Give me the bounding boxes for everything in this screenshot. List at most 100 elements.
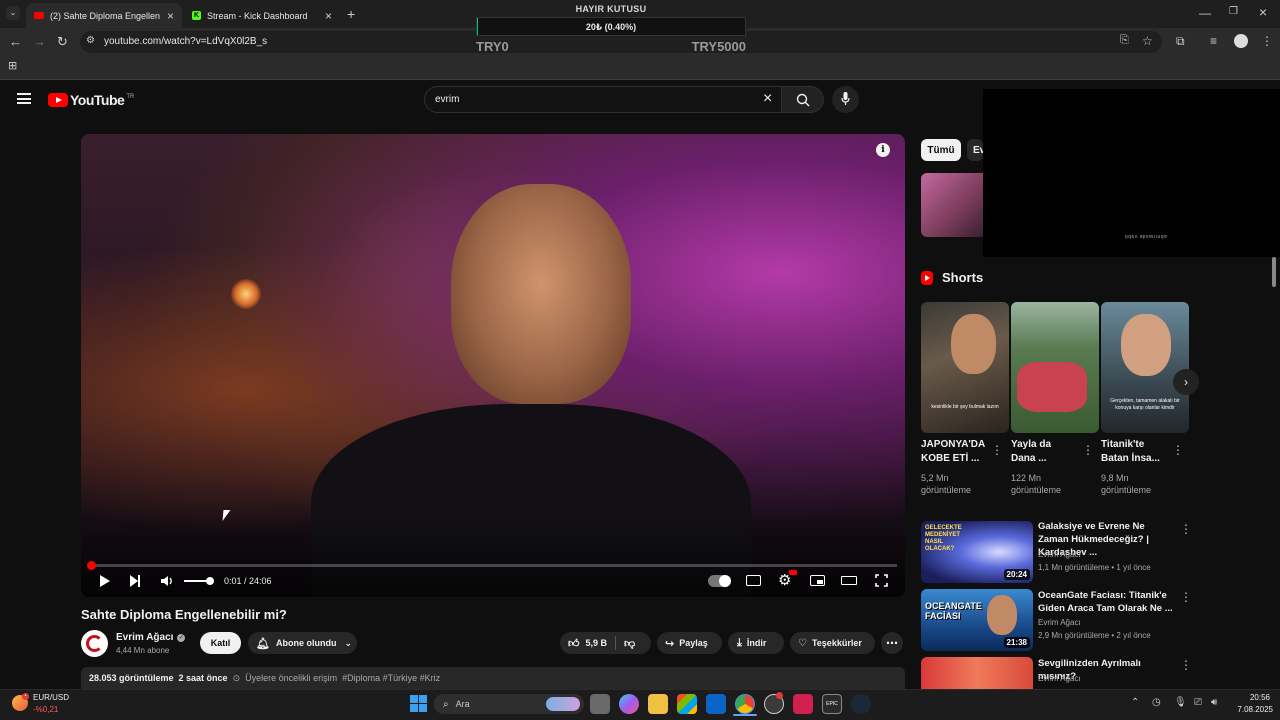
- close-tab-icon[interactable]: ×: [167, 9, 174, 23]
- recommended-thumb-2[interactable]: OCEANGATE FACİASI 21:38: [921, 589, 1033, 651]
- microsoft-store-icon[interactable]: [677, 694, 697, 714]
- theater-mode-icon[interactable]: [841, 576, 857, 585]
- epic-games-icon[interactable]: EPIC: [822, 694, 842, 714]
- minimize-icon[interactable]: —: [1199, 7, 1211, 19]
- chip-evrim[interactable]: Ev: [967, 139, 983, 161]
- close-window-icon[interactable]: ×: [1259, 5, 1267, 19]
- chip-evrim-label: Ev: [973, 144, 983, 156]
- copilot-icon[interactable]: [619, 694, 639, 714]
- volume-icon[interactable]: [160, 574, 174, 588]
- volume-slider[interactable]: [184, 577, 214, 585]
- lamp-light: [231, 279, 261, 309]
- clock-time[interactable]: 20:56: [1226, 693, 1270, 702]
- recommended-2-channel[interactable]: Evrim Ağacı: [1038, 617, 1081, 629]
- back-icon[interactable]: ←: [9, 35, 22, 48]
- join-button[interactable]: Katıl: [200, 632, 241, 654]
- windows-start-icon[interactable]: [410, 695, 427, 712]
- task-view-icon[interactable]: [590, 694, 610, 714]
- app-red-icon[interactable]: [793, 694, 813, 714]
- ticker-name[interactable]: EUR/USD: [33, 693, 69, 702]
- short-1-title[interactable]: JAPONYA'DA KOBE ETİ ...: [921, 438, 987, 466]
- chrome-icon[interactable]: [735, 694, 755, 714]
- reload-icon[interactable]: ↻: [57, 35, 68, 48]
- recommended-1-menu-icon[interactable]: ⋮: [1180, 523, 1192, 535]
- short-1-menu-icon[interactable]: ⋮: [991, 444, 1003, 456]
- hashtags[interactable]: #Diploma #Türkiye #Kriz: [342, 673, 440, 683]
- apps-grid-icon[interactable]: ⊞: [8, 61, 17, 72]
- short-thumb-2[interactable]: [1011, 302, 1099, 433]
- extensions-icon[interactable]: ⧉: [1176, 35, 1185, 47]
- autoplay-toggle[interactable]: [708, 575, 731, 587]
- new-tab-icon[interactable]: +: [347, 7, 355, 21]
- video-player[interactable]: i 0:01 / 24:06 ⚙: [81, 134, 905, 597]
- share-button[interactable]: ↪ Paylaş: [657, 632, 722, 654]
- youtube-logo[interactable]: YouTube TR: [48, 92, 134, 108]
- install-app-icon[interactable]: ⎘: [1120, 35, 1129, 46]
- short-3-title[interactable]: Titanik'te Batan İnsa...: [1101, 438, 1167, 466]
- subtitles-icon[interactable]: [746, 575, 761, 586]
- recommended-2-title[interactable]: OceanGate Faciası: Titanik'e Giden Araca…: [1038, 589, 1173, 615]
- site-info-icon[interactable]: ⚙: [86, 36, 95, 46]
- recommended-3-menu-icon[interactable]: ⋮: [1180, 659, 1192, 671]
- channel-avatar[interactable]: [81, 630, 108, 657]
- channel-name-row[interactable]: Evrim Ağacı ✓: [116, 632, 186, 643]
- shorts-next-chevron-icon[interactable]: ›: [1173, 369, 1199, 395]
- sidebar-scrollbar[interactable]: [1272, 257, 1276, 287]
- voice-search-button[interactable]: [832, 86, 859, 113]
- file-explorer-icon[interactable]: [648, 694, 668, 714]
- clear-search-icon[interactable]: ×: [763, 90, 772, 108]
- thanks-button[interactable]: ♡ Teşekkürler: [790, 632, 875, 654]
- like-icon[interactable]: 👍︎: [568, 637, 580, 650]
- recommended-thumb-3[interactable]: [921, 657, 1033, 689]
- maximize-icon[interactable]: ❐: [1229, 7, 1238, 17]
- search-input[interactable]: evrim ×: [424, 86, 782, 113]
- next-video-icon[interactable]: [130, 575, 140, 593]
- download-button[interactable]: ⤓ İndir: [728, 632, 784, 654]
- volume-handle[interactable]: [205, 577, 214, 585]
- short-thumb-3[interactable]: Gerçekten, tamamen alakalı bir konuya ka…: [1101, 302, 1189, 433]
- chip-all[interactable]: Tümü: [921, 139, 961, 161]
- url-text[interactable]: youtube.com/watch?v=LdVqX0l2B_s: [104, 36, 267, 47]
- short-thumb-1[interactable]: kesinlikle bir şey bulmak lazım: [921, 302, 1009, 433]
- speaker-icon[interactable]: 🔊︎: [1211, 698, 1217, 708]
- short-3-menu-icon[interactable]: ⋮: [1172, 444, 1184, 456]
- close-tab-icon[interactable]: ×: [325, 9, 332, 23]
- more-actions-icon[interactable]: ⋯: [881, 632, 903, 654]
- tab-youtube[interactable]: (2) Sahte Diploma Engellenebilir ×: [26, 3, 182, 28]
- forward-icon[interactable]: →: [33, 35, 46, 48]
- recommended-1-channel[interactable]: Evrim Ağacı: [1038, 549, 1081, 561]
- tab-search-icon[interactable]: ⌄: [6, 6, 20, 20]
- browser-menu-icon[interactable]: ⋮: [1261, 35, 1273, 47]
- player-progress-bar[interactable]: [87, 561, 897, 570]
- recommended-3-channel[interactable]: Evrim Ağacı: [1038, 673, 1081, 685]
- profile-avatar[interactable]: [1234, 34, 1248, 48]
- tray-expand-icon[interactable]: ⌃: [1131, 698, 1139, 708]
- short-2-menu-icon[interactable]: ⋮: [1082, 444, 1094, 456]
- tray-mic-icon[interactable]: 🎙︎: [1174, 698, 1187, 708]
- dislike-icon[interactable]: 👎︎: [624, 637, 635, 650]
- like-count[interactable]: 5,9 B: [586, 638, 608, 648]
- tab-kick[interactable]: K Stream - Kick Dashboard ×: [184, 3, 340, 28]
- bookmark-star-icon[interactable]: ☆: [1142, 35, 1153, 47]
- recommended-thumb-1[interactable]: GELECEKTE MEDENİYET NASIL OLACAK? 20:24: [921, 521, 1033, 583]
- channel-name[interactable]: Evrim Ağacı: [116, 632, 173, 643]
- play-icon[interactable]: [100, 575, 110, 587]
- player-scrubber-handle[interactable]: [87, 561, 96, 570]
- outlook-icon[interactable]: [706, 694, 726, 714]
- tray-app-icon[interactable]: ◷: [1152, 698, 1161, 708]
- fullscreen-icon[interactable]: [875, 574, 888, 587]
- miniplayer-icon[interactable]: [810, 575, 825, 586]
- short-2-title[interactable]: Yayla da Dana ...: [1011, 438, 1077, 466]
- recommended-2-menu-icon[interactable]: ⋮: [1180, 591, 1192, 603]
- hamburger-menu-icon[interactable]: [17, 93, 31, 104]
- info-card-icon[interactable]: i: [876, 143, 890, 157]
- clock-date[interactable]: 7.08.2025: [1226, 705, 1273, 714]
- search-button[interactable]: [782, 86, 824, 113]
- steam-icon[interactable]: [851, 694, 871, 714]
- taskbar-search[interactable]: ⌕ Ara: [434, 694, 584, 714]
- recommended-thumb-partial[interactable]: [921, 173, 983, 237]
- subscribed-button[interactable]: 🔔︎ Abone olundu ⌄: [248, 632, 357, 654]
- media-control-icon[interactable]: ≡: [1210, 35, 1217, 47]
- network-icon[interactable]: ⎚: [1194, 698, 1202, 708]
- description-box[interactable]: 28.053 görüntüleme 2 saat önce ⊙ Üyelere…: [81, 667, 905, 689]
